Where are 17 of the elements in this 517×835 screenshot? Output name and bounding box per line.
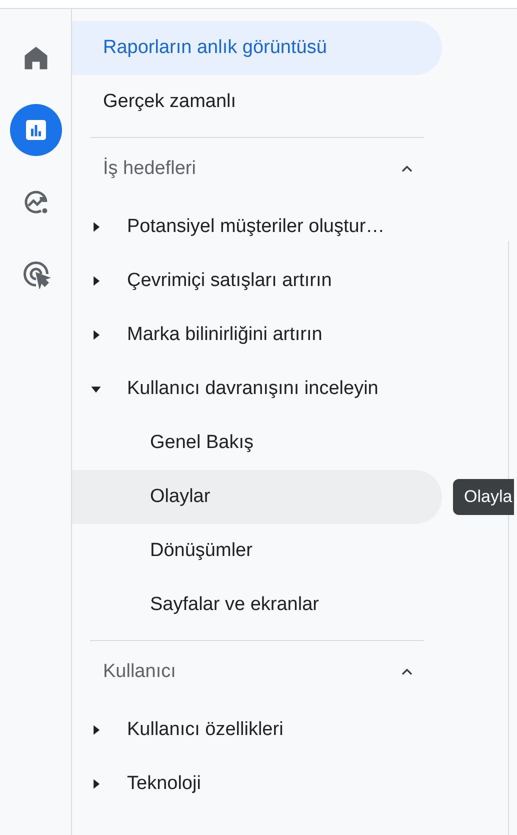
section-title: Kullanıcı bbox=[103, 660, 176, 684]
nav-item[interactable]: Sayfalar ve ekranlar bbox=[72, 578, 442, 632]
nav-group-item[interactable]: Çevrimiçi satışları artırın bbox=[127, 266, 332, 296]
nav-group-item[interactable]: Kullanıcı davranışını inceleyin bbox=[127, 374, 378, 404]
nav-group-item[interactable]: Potansiyel müşteriler oluştur… bbox=[127, 212, 385, 242]
nav-item[interactable]: Genel Bakış bbox=[72, 416, 442, 470]
target-cursor-icon bbox=[20, 259, 50, 289]
section-title: İş hedefleri bbox=[103, 156, 196, 181]
nav-group-item[interactable]: Teknoloji bbox=[127, 770, 201, 798]
nav-group-item[interactable]: Marka bilinirliğini artırın bbox=[127, 320, 322, 350]
nav-item[interactable]: Raporların anlık görüntüsü bbox=[72, 21, 442, 75]
tooltip: Olayla bbox=[453, 479, 514, 515]
nav-item[interactable]: Dönüşümler bbox=[72, 524, 442, 578]
nav-group-item[interactable]: Kullanıcı özellikleri bbox=[127, 716, 284, 744]
nav-item[interactable]: Gerçek zamanlı bbox=[72, 75, 442, 129]
rail-button[interactable] bbox=[10, 104, 62, 156]
nav-item[interactable]: Olaylar bbox=[72, 470, 442, 524]
